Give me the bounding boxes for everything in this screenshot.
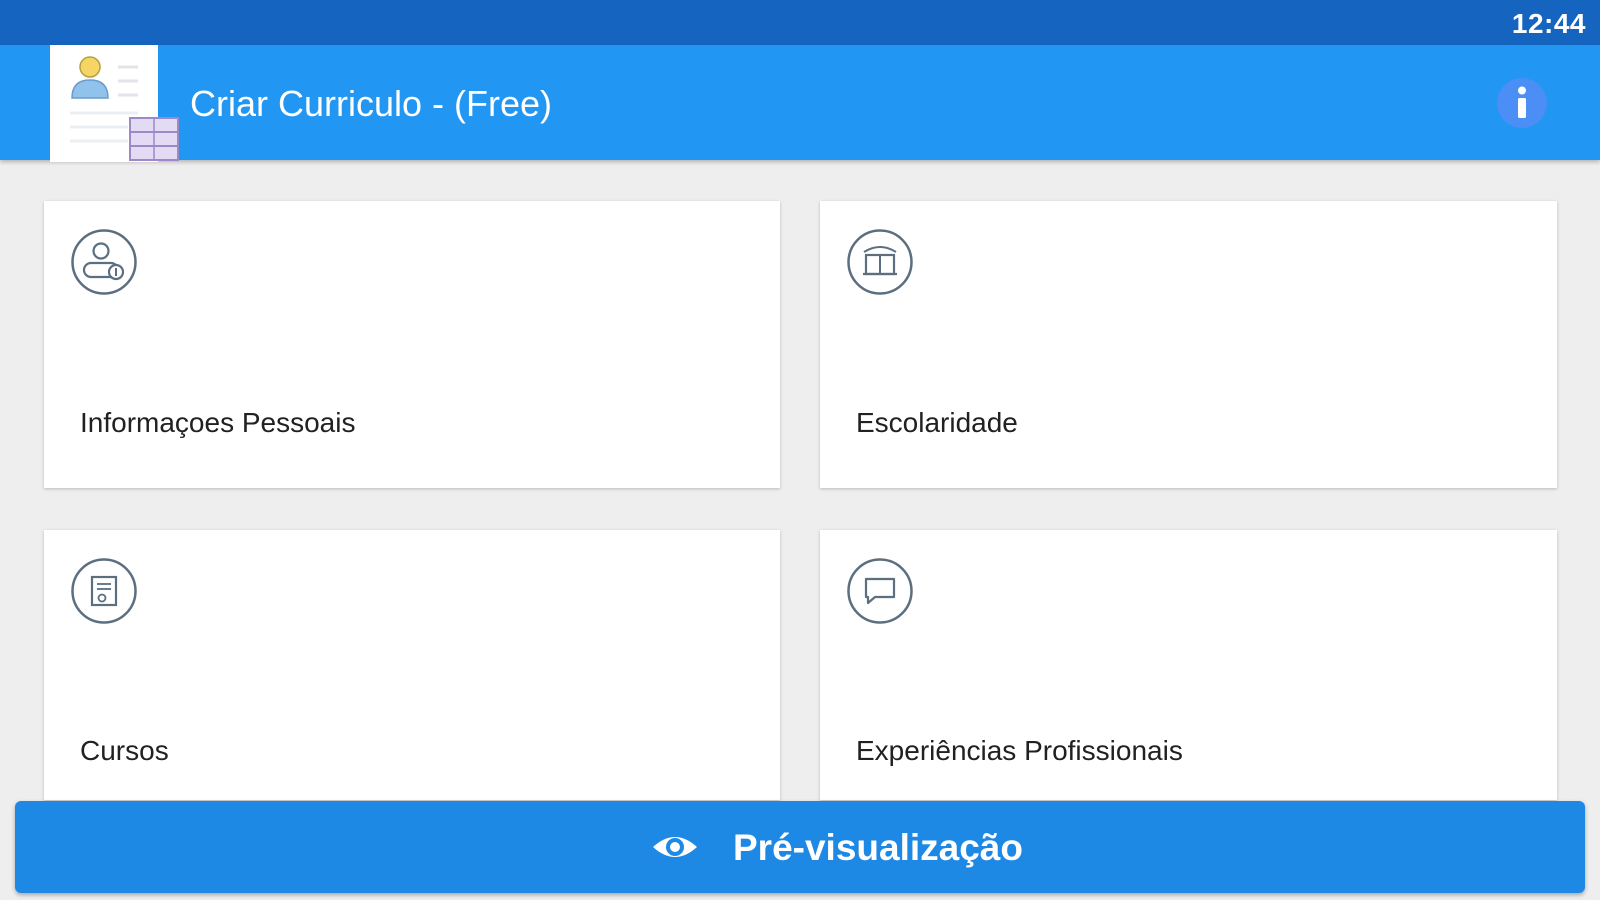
app-title: Criar Curriculo - (Free): [190, 83, 553, 124]
resume-document-icon: [50, 45, 182, 162]
card-courses[interactable]: Cursos: [44, 530, 780, 800]
card-education[interactable]: Escolaridade: [820, 201, 1557, 488]
app-bar: Criar Curriculo - (Free): [0, 45, 1600, 162]
card-label-professional-experience: Experiências Profissionais: [856, 735, 1183, 766]
card-personal-info[interactable]: Informaçoes Pessoais: [44, 201, 780, 488]
eye-icon: [651, 823, 699, 871]
certificate-icon: [70, 557, 138, 625]
card-label-education: Escolaridade: [856, 407, 1018, 438]
chat-bubble-icon: [846, 557, 914, 625]
card-professional-experience[interactable]: Experiências Profissionais: [820, 530, 1557, 800]
person-id-icon: [70, 228, 138, 296]
status-time: 12:44: [1511, 8, 1586, 39]
info-button[interactable]: [1497, 78, 1547, 128]
book-icon: [846, 228, 914, 296]
status-bar: 12:44: [0, 0, 1600, 45]
info-icon: [1518, 86, 1526, 118]
preview-button[interactable]: Pré-visualização: [15, 801, 1585, 893]
card-label-personal-info: Informaçoes Pessoais: [80, 407, 356, 438]
preview-button-label: Pré-visualização: [733, 827, 1023, 868]
card-label-courses: Cursos: [80, 735, 169, 766]
